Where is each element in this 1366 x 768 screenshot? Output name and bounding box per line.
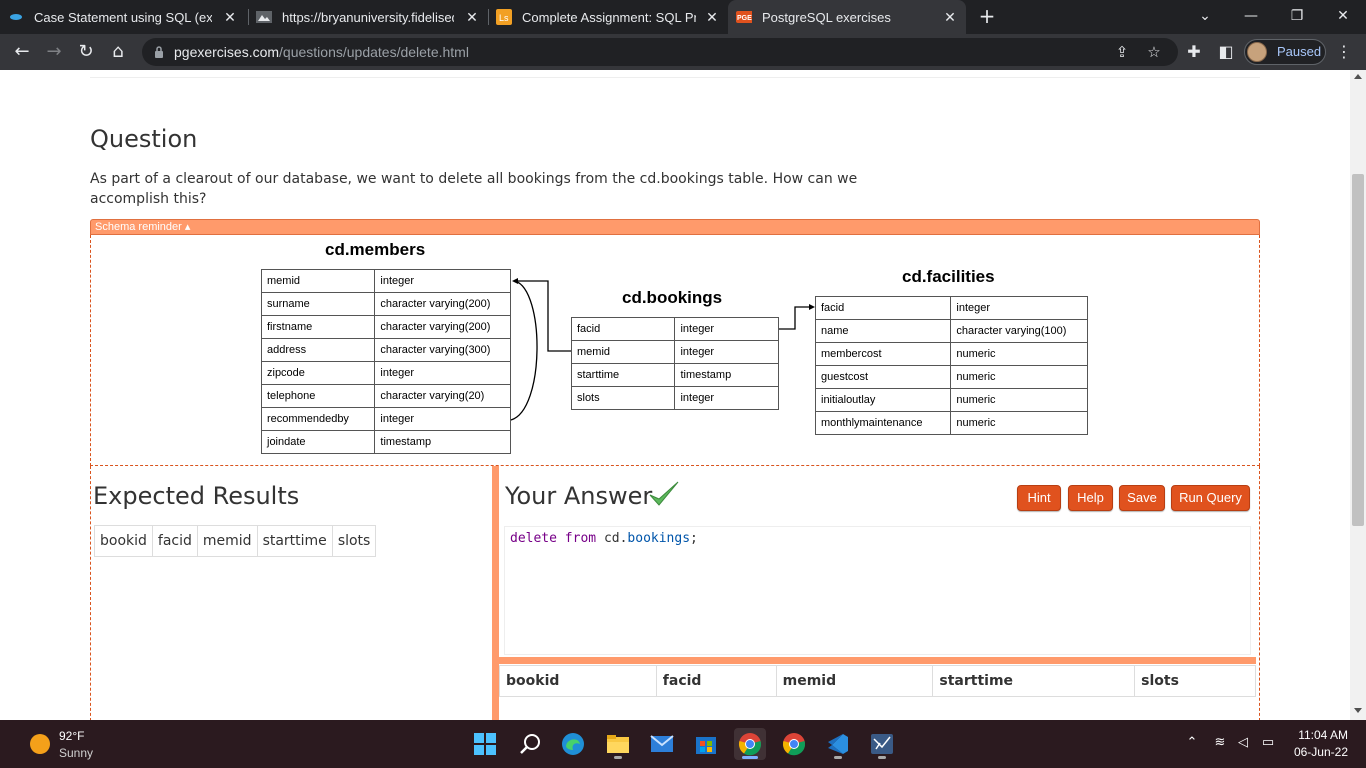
tab-postgresql-exercises[interactable]: PGE PostgreSQL exercises ✕	[728, 0, 966, 34]
close-icon[interactable]: ✕	[704, 9, 720, 25]
minimize-icon[interactable]: —	[1238, 4, 1264, 28]
help-button[interactable]: Help	[1068, 485, 1113, 511]
sql-site-icon	[8, 9, 24, 25]
column-header: memid	[196, 525, 258, 557]
restore-icon[interactable]: ❐	[1284, 4, 1310, 28]
new-tab-button[interactable]: +	[976, 5, 998, 27]
svg-text:PGE: PGE	[737, 15, 752, 22]
forward-arrow-icon[interactable]: →	[42, 40, 66, 64]
store-icon[interactable]	[690, 728, 722, 760]
column-header: facid	[655, 665, 777, 697]
save-button[interactable]: Save	[1119, 485, 1165, 511]
scrollbar-thumb[interactable]	[1352, 174, 1364, 526]
back-arrow-icon[interactable]: ←	[10, 40, 34, 64]
column-header: slots	[331, 525, 377, 557]
mail-icon[interactable]	[646, 728, 678, 760]
chrome-browser-icon[interactable]	[734, 728, 766, 760]
scroll-down-icon[interactable]	[1354, 708, 1362, 713]
tab-separator	[248, 9, 249, 25]
page-viewport: Question As part of a clearout of our da…	[0, 70, 1350, 720]
tab-fidelis[interactable]: https://bryanuniversity.fidelisedu ✕	[256, 0, 488, 34]
chrome-profile-icon[interactable]	[778, 728, 810, 760]
sun-weather-icon[interactable]	[30, 734, 50, 754]
column-header: starttime	[932, 665, 1136, 697]
lock-icon	[155, 46, 163, 58]
browser-tab-strip: Case Statement using SQL (exam ✕ https:/…	[0, 0, 1366, 34]
sql-editor[interactable]: delete from cd.bookings;	[504, 526, 1251, 655]
learn-icon: Ls	[496, 9, 512, 25]
vertical-splitter[interactable]	[492, 466, 499, 720]
window-close-icon[interactable]: ✕	[1330, 4, 1356, 28]
start-menu-icon[interactable]	[469, 728, 501, 760]
profile-status: Paused	[1277, 44, 1322, 59]
checkmark-icon	[649, 481, 679, 506]
weather-temperature[interactable]: 92°F	[59, 729, 84, 743]
active-indicator	[742, 756, 758, 759]
column-header: facid	[151, 525, 198, 557]
close-icon[interactable]: ✕	[942, 9, 958, 25]
fidelis-icon	[256, 9, 272, 25]
battery-icon[interactable]: ▭	[1259, 734, 1277, 752]
clock-date[interactable]: 06-Jun-22	[1286, 745, 1348, 759]
extensions-puzzle-icon[interactable]: ✚	[1183, 41, 1205, 63]
your-answer-heading: Your Answer	[505, 482, 653, 510]
page-scrollbar[interactable]	[1350, 70, 1366, 720]
home-icon[interactable]: ⌂	[106, 40, 130, 64]
column-header: bookid	[499, 665, 657, 697]
expected-results-table: bookid facid memid starttime slots	[94, 525, 377, 557]
scroll-up-icon[interactable]	[1354, 74, 1362, 79]
tab-title: Case Statement using SQL (exam	[34, 9, 212, 25]
column-header: memid	[775, 665, 934, 697]
running-indicator	[834, 756, 842, 759]
weather-condition[interactable]: Sunny	[59, 746, 93, 760]
column-header: starttime	[256, 525, 333, 557]
expected-results-heading: Expected Results	[93, 482, 300, 510]
hint-button[interactable]: Hint	[1017, 485, 1061, 511]
tab-title: https://bryanuniversity.fidelisedu	[282, 9, 454, 25]
search-icon[interactable]	[514, 728, 546, 760]
tray-overflow-chevron-icon[interactable]: ⌃	[1183, 734, 1201, 752]
sql-code: delete from cd.bookings;	[510, 531, 698, 546]
vscode-icon[interactable]	[822, 728, 854, 760]
close-icon[interactable]: ✕	[464, 9, 480, 25]
side-panel-icon[interactable]: ◧	[1215, 41, 1237, 63]
query-results-table: bookid facid memid starttime slots	[499, 665, 1256, 697]
wifi-icon[interactable]: ≋	[1211, 734, 1229, 752]
tab-search-chevron-icon[interactable]: ⌄	[1192, 4, 1218, 28]
horizontal-splitter[interactable]	[499, 657, 1256, 664]
browser-menu-icon[interactable]: ⋮	[1336, 41, 1352, 63]
tab-case-statement[interactable]: Case Statement using SQL (exam ✕	[8, 0, 246, 34]
running-indicator	[614, 756, 622, 759]
database-tool-icon[interactable]	[866, 728, 898, 760]
svg-text:Ls: Ls	[499, 13, 509, 23]
close-icon[interactable]: ✕	[222, 9, 238, 25]
avatar	[1247, 42, 1267, 62]
windows-taskbar: 92°F Sunny ⌃ ≋ ◁ ▭ 11:04 AM 06-Jun-22	[0, 720, 1366, 768]
file-explorer-icon[interactable]	[602, 728, 634, 760]
column-header: bookid	[94, 525, 153, 557]
run-query-button[interactable]: Run Query	[1171, 485, 1250, 511]
clock-time[interactable]: 11:04 AM	[1296, 728, 1348, 742]
edge-browser-icon[interactable]	[557, 728, 589, 760]
tab-title: PostgreSQL exercises	[762, 9, 891, 25]
tab-separator	[488, 9, 489, 25]
profile-button[interactable]: Paused	[1244, 39, 1326, 65]
reload-icon[interactable]: ↻	[74, 40, 98, 64]
share-icon[interactable]: ⇪	[1112, 42, 1132, 62]
column-header: slots	[1134, 665, 1256, 697]
schema-relationship-lines	[510, 278, 815, 421]
pge-icon: PGE	[736, 9, 752, 25]
running-indicator	[878, 756, 886, 759]
tab-title: Complete Assignment: SQL Pract	[522, 9, 696, 25]
tab-complete-assignment[interactable]: Ls Complete Assignment: SQL Pract ✕	[496, 0, 728, 34]
url-text: pgexercises.com/questions/updates/delete…	[174, 44, 469, 60]
bookmark-star-icon[interactable]: ☆	[1144, 42, 1164, 62]
browser-toolbar: ← → ↻ ⌂ pgexercises.com/questions/update…	[0, 34, 1366, 70]
address-bar[interactable]: pgexercises.com/questions/updates/delete…	[142, 38, 1178, 66]
volume-icon[interactable]: ◁	[1234, 734, 1252, 752]
